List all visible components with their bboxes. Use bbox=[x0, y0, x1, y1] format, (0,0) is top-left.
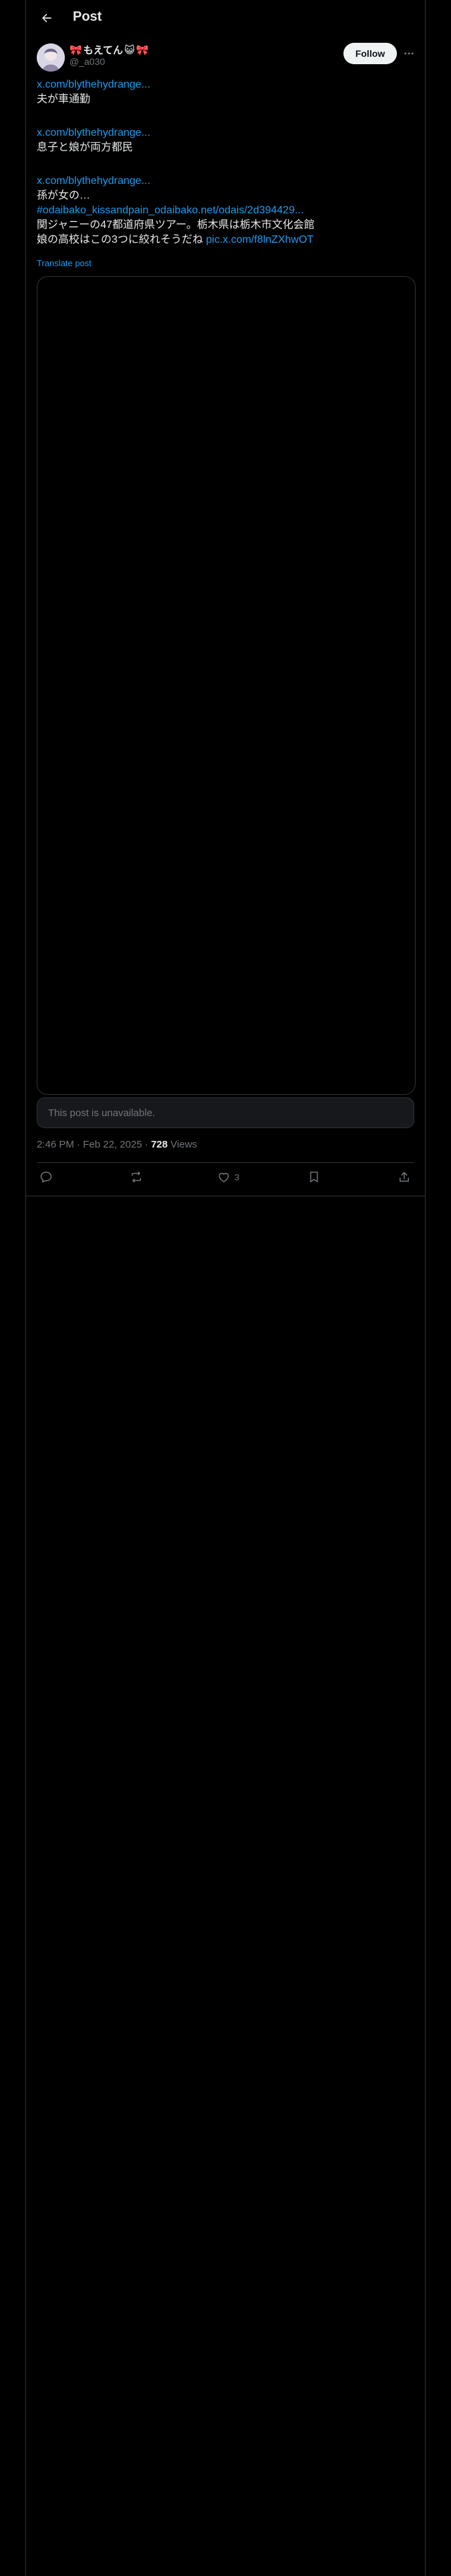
follow-button[interactable]: Follow bbox=[343, 43, 397, 64]
post-date[interactable]: Feb 22, 2025 bbox=[83, 1139, 142, 1150]
heart-icon bbox=[218, 1172, 229, 1182]
post-text-line-3: 孫が女の… bbox=[37, 190, 91, 201]
reply-icon bbox=[40, 1172, 52, 1183]
page-header: Post bbox=[26, 0, 425, 36]
share-icon bbox=[400, 1172, 409, 1182]
more-button[interactable] bbox=[401, 45, 417, 62]
action-bar: 3 bbox=[37, 1162, 414, 1196]
post-link-3[interactable]: x.com/blythehydrange... bbox=[37, 174, 414, 189]
repost-button[interactable] bbox=[130, 1170, 143, 1184]
author-handle[interactable]: @_a030 bbox=[69, 56, 105, 67]
media-container[interactable] bbox=[37, 276, 416, 1095]
page-title: Post bbox=[73, 9, 102, 24]
like-count: 3 bbox=[235, 1172, 240, 1182]
column-border-right bbox=[425, 0, 426, 2576]
quoted-post-unavailable: This post is unavailable. bbox=[37, 1097, 414, 1128]
like-button[interactable]: 3 bbox=[217, 1170, 239, 1184]
repost-icon bbox=[132, 1171, 141, 1183]
author-display-name[interactable]: 🎀 もえてん 😺 🎀 bbox=[69, 43, 148, 57]
post-text-line-5-container: 娘の高校はこの3つに絞れそうだね pic.x.com/f8lnZXhwOT bbox=[37, 233, 414, 247]
meta-separator-2: · bbox=[144, 1139, 148, 1150]
post-text-line-1: 夫が車通勤 bbox=[37, 94, 91, 105]
post-text-line-2: 息子と娘が両方都民 bbox=[37, 142, 134, 153]
bookmark-icon bbox=[310, 1172, 318, 1182]
avatar[interactable] bbox=[37, 43, 65, 72]
views-label: Views bbox=[170, 1139, 197, 1150]
post-link-2[interactable]: x.com/blythehydrange... bbox=[37, 126, 414, 140]
meta-separator: · bbox=[77, 1139, 81, 1150]
views-count: 728 bbox=[150, 1139, 168, 1150]
author-name-text: もえてん bbox=[83, 45, 123, 56]
share-button[interactable] bbox=[398, 1170, 411, 1184]
post-pic-link[interactable]: pic.x.com/f8lnZXhwOT bbox=[206, 234, 313, 245]
post-time[interactable]: 2:46 PM bbox=[37, 1139, 74, 1150]
post-link-1[interactable]: x.com/blythehydrange... bbox=[37, 78, 414, 92]
bookmark-button[interactable] bbox=[307, 1170, 321, 1184]
cat-emoji: 😺 bbox=[124, 44, 135, 56]
avatar-image bbox=[37, 43, 65, 72]
post-text-line-4: 関ジャニーの47都道府県ツアー。栃木県は栃木市文化会館 bbox=[37, 219, 315, 231]
reply-button[interactable] bbox=[39, 1170, 53, 1184]
translate-post-link[interactable]: Translate post bbox=[37, 258, 92, 268]
post-body: x.com/blythehydrange... 夫が車通勤 x.com/blyt… bbox=[37, 78, 414, 247]
post-meta: 2:46 PM · Feb 22, 2025 · 728 Views bbox=[37, 1139, 197, 1150]
more-horizontal-icon bbox=[404, 52, 414, 55]
unavailable-text: This post is unavailable. bbox=[48, 1107, 156, 1119]
ribbon-emoji-right: 🎀 bbox=[136, 44, 149, 56]
back-button[interactable] bbox=[35, 7, 58, 29]
ribbon-emoji-left: 🎀 bbox=[69, 44, 82, 56]
post-text-line-5: 娘の高校はこの3つに絞れそうだね bbox=[37, 234, 203, 245]
post-hashtag-link[interactable]: #odaibako_kissandpain_odaibako.net/odais… bbox=[37, 203, 414, 218]
arrow-left-icon bbox=[42, 13, 51, 23]
column-border-left bbox=[25, 0, 26, 2576]
